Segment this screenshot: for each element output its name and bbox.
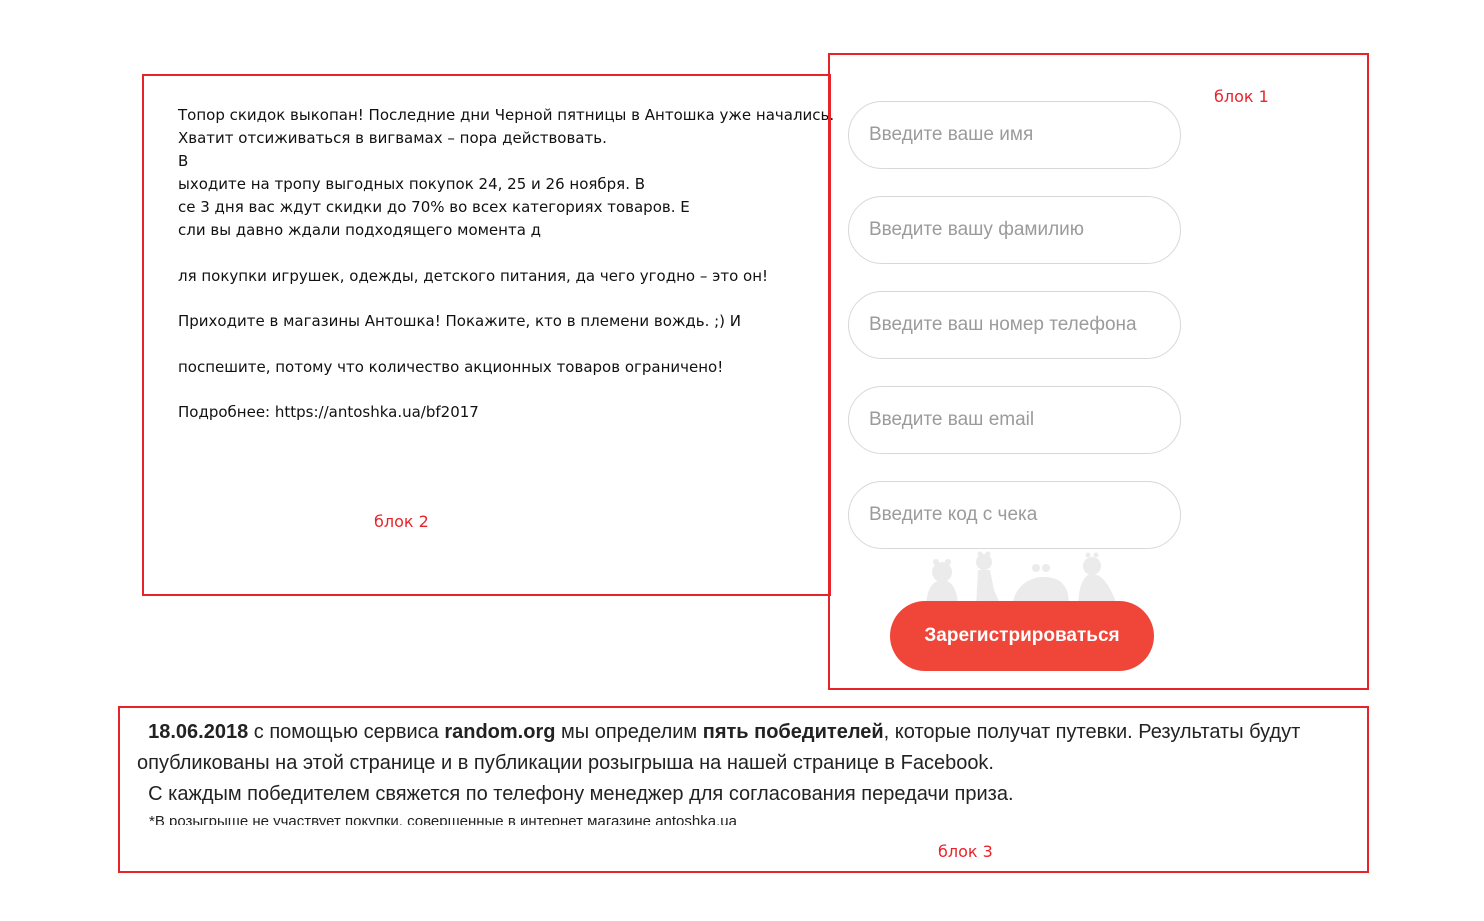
winners-count: пять победителей xyxy=(702,721,884,743)
info-block: 18.06.2018 с помощью сервиса random.org … xyxy=(118,706,1369,873)
draw-date: 18.06.2018 xyxy=(148,721,249,743)
info-paragraph: 18.06.2018 с помощью сервиса random.org … xyxy=(137,717,1337,810)
promo-line: Подробнее: https://antoshka.ua/bf2017 xyxy=(178,403,479,421)
promo-line: ыходите на тропу выгодных покупок 24, 25… xyxy=(178,175,646,193)
draw-info: 18.06.2018 с помощью сервиса random.org … xyxy=(137,717,1337,779)
promo-line: се 3 дня вас ждут скидки до 70% во всех … xyxy=(178,198,690,216)
info-text-segment: с помощью сервиса xyxy=(248,721,445,743)
promo-line: поспешите, потому что количество акционн… xyxy=(178,358,724,376)
first-name-input[interactable] xyxy=(848,101,1181,169)
promo-line: Топор скидок выкопан! Последние дни Черн… xyxy=(178,106,835,124)
register-button[interactable]: Зарегистрироваться xyxy=(890,601,1154,671)
info-text-segment: мы определим xyxy=(555,721,703,743)
registration-form-block: блок 1 Зарегистрироваться xyxy=(828,53,1369,690)
promo-text-block: Топор скидок выкопан! Последние дни Черн… xyxy=(142,74,835,596)
promo-line: В xyxy=(178,152,189,170)
last-name-input[interactable] xyxy=(848,196,1181,264)
phone-input[interactable] xyxy=(848,291,1181,359)
promo-line: сли вы давно ждали подходящего момента д xyxy=(178,221,542,239)
promo-line: Хватит отсиживаться в вигвамах – пора де… xyxy=(178,129,607,147)
footnote-clip: *В розыгрыше не участвует покупки, совер… xyxy=(137,815,1337,825)
email-input[interactable] xyxy=(848,386,1181,454)
antoshka-mascots-icon xyxy=(926,551,1118,608)
block-3-label: блок 3 xyxy=(938,842,993,861)
promo-line: ля покупки игрушек, одежды, детского пит… xyxy=(178,267,769,285)
contact-info: С каждым победителем свяжется по телефон… xyxy=(137,779,1337,810)
block-1-label: блок 1 xyxy=(1214,87,1269,106)
promo-line: Приходите в магазины Антошка! Покажите, … xyxy=(178,312,742,330)
footnote-text: *В розыгрыше не участвует покупки, совер… xyxy=(149,815,737,825)
contact-text: С каждым победителем свяжется по телефон… xyxy=(148,783,1014,805)
receipt-code-input[interactable] xyxy=(848,481,1181,549)
service-name: random.org xyxy=(444,721,556,743)
block-2-label: блок 2 xyxy=(374,512,429,531)
